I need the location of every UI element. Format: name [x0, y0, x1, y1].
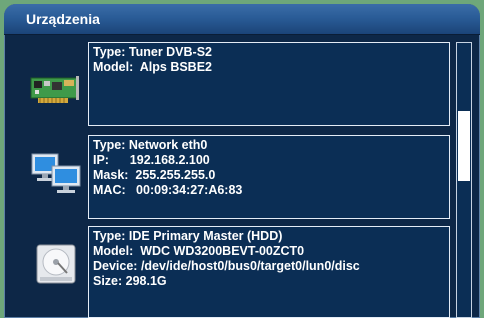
devices-window: Urządzenia Type: Tuner DVB-S2 Model: Alp…	[4, 4, 480, 318]
device-line: IP: 192.168.2.100	[93, 153, 210, 167]
window-title: Urządzenia	[26, 11, 100, 27]
scrollbar-thumb[interactable]	[458, 111, 470, 181]
device-item-network[interactable]: Type: Network eth0 IP: 192.168.2.100 Mas…	[88, 135, 450, 219]
pci-card-icon	[30, 74, 80, 106]
device-line: Type: Network eth0	[93, 138, 208, 152]
device-line: MAC: 00:09:34:27:A6:83	[93, 183, 243, 197]
device-item-tuner[interactable]: Type: Tuner DVB-S2 Model: Alps BSBE2	[88, 42, 450, 126]
network-computers-icon	[30, 152, 82, 196]
device-line: Model: WDC WD3200BEVT-00ZCT0	[93, 244, 305, 258]
device-line: Device: /dev/ide/host0/bus0/target0/lun0…	[93, 259, 360, 273]
device-line: Type: Tuner DVB-S2	[93, 45, 212, 59]
title-bar: Urządzenia	[4, 4, 480, 35]
hard-disk-icon	[34, 242, 78, 286]
device-item-hdd[interactable]: Type: IDE Primary Master (HDD) Model: WD…	[88, 226, 450, 318]
device-line: Size: 298.1G	[93, 274, 167, 288]
device-line: Type: IDE Primary Master (HDD)	[93, 229, 283, 243]
device-line: Mask: 255.255.255.0	[93, 168, 216, 182]
device-line: Model: Alps BSBE2	[93, 60, 212, 74]
scrollbar[interactable]	[456, 42, 472, 318]
